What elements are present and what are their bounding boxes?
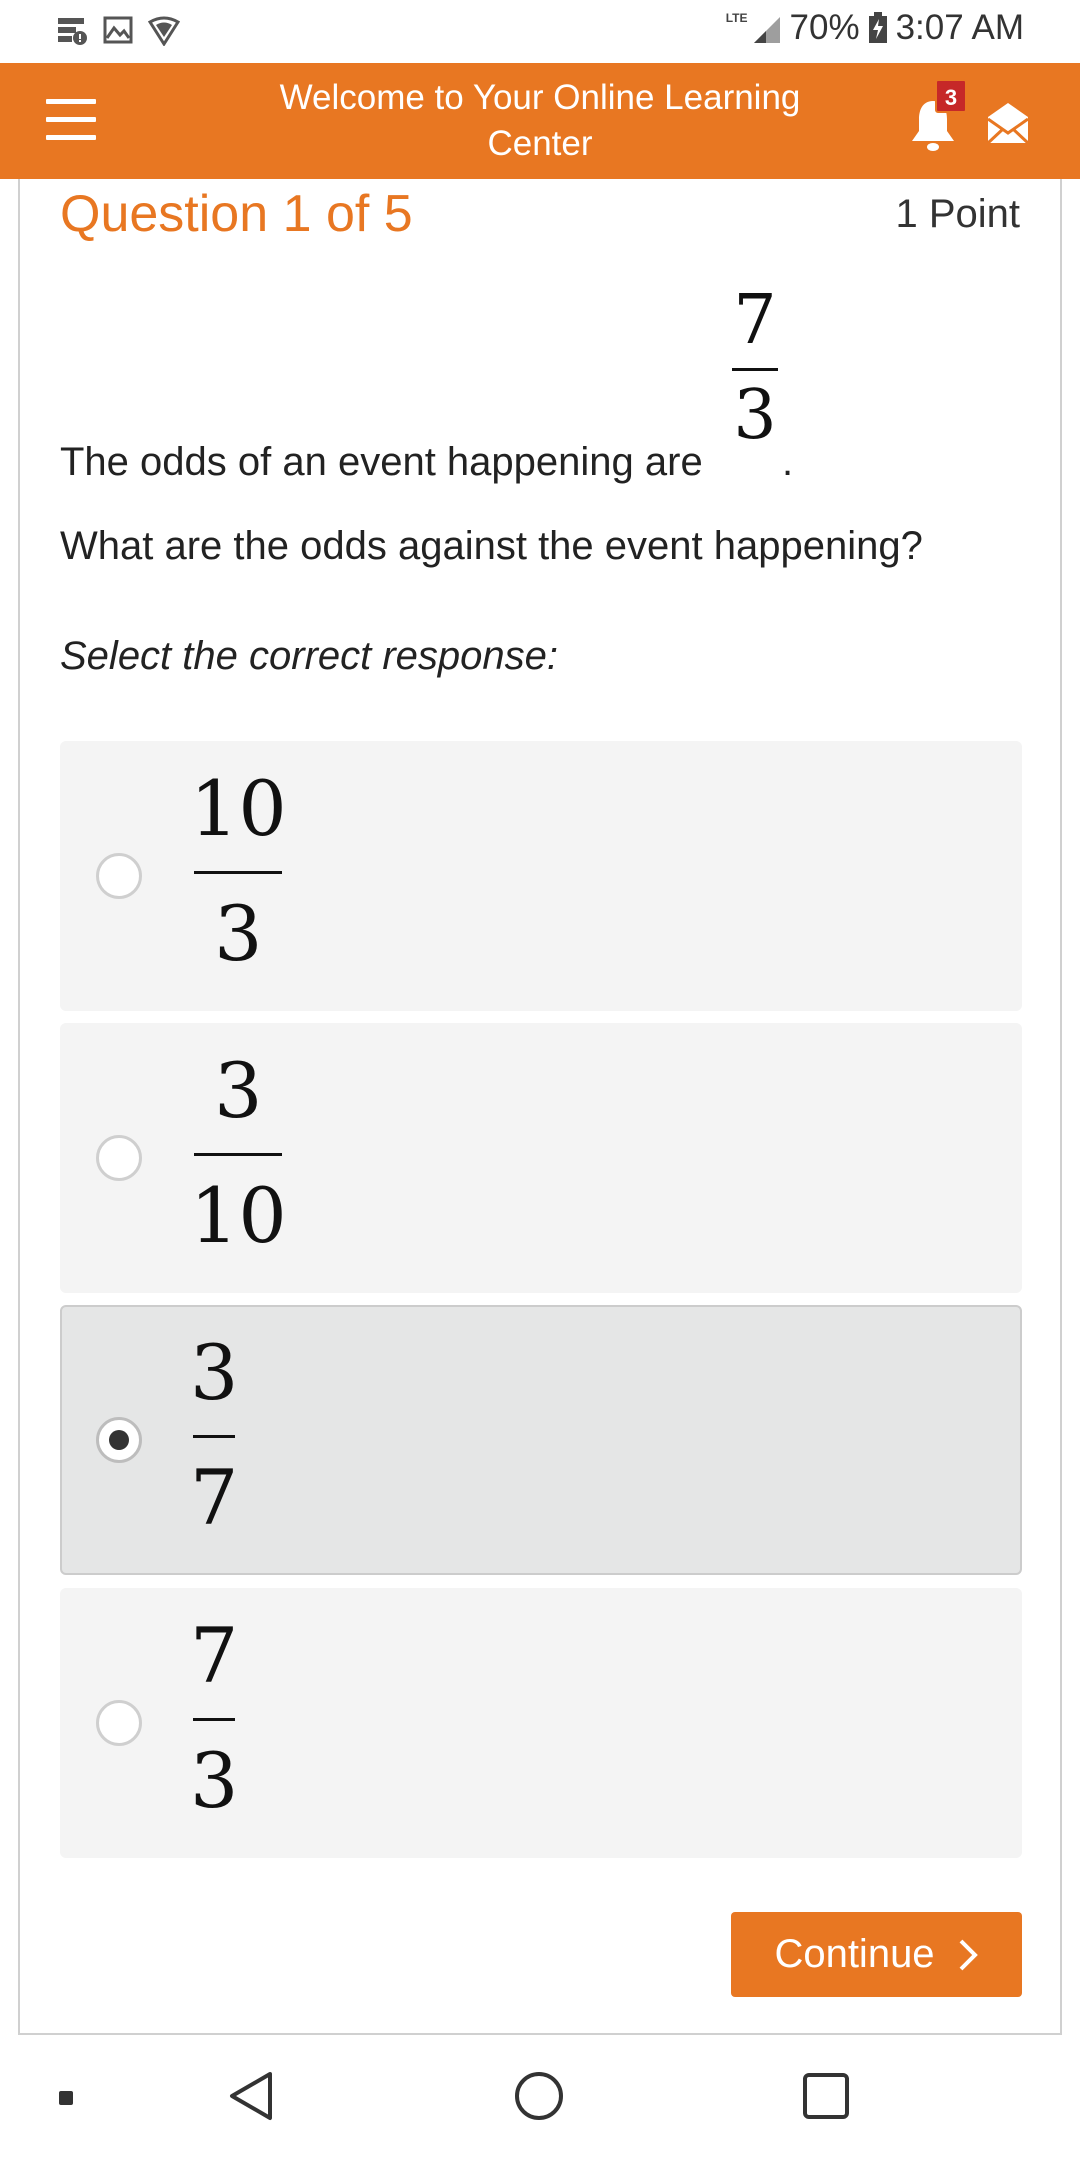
question-prompt: What are the odds against the event happ… — [60, 524, 923, 568]
continue-label: Continue — [774, 1932, 935, 1976]
answer-option-4[interactable]: 7 3 — [60, 1588, 1022, 1858]
sim-card-icon — [58, 18, 87, 45]
radio-button[interactable] — [96, 1135, 142, 1181]
answer-option-2[interactable]: 3 10 — [60, 1023, 1022, 1293]
stem-numerator: 7 — [733, 281, 777, 360]
fraction-bar — [193, 1435, 236, 1438]
question-stem: The odds of an event happening are — [60, 440, 703, 484]
option-denominator: 7 — [190, 1453, 239, 1542]
stem-period: . — [782, 440, 794, 484]
home-icon[interactable] — [513, 2070, 565, 2127]
answer-option-3[interactable]: 3 7 — [60, 1305, 1022, 1575]
fraction-bar — [732, 368, 778, 371]
fraction-bar — [194, 871, 283, 874]
option-denominator: 3 — [214, 889, 263, 978]
option-numerator: 10 — [190, 764, 287, 853]
radio-button[interactable] — [96, 1700, 142, 1746]
gallery-icon — [103, 16, 133, 44]
question-points: 1 Point — [895, 192, 1020, 236]
status-bar: LTE 70% 3:07 AM — [0, 0, 1080, 63]
status-icons-right: LTE 70% 3:07 AM — [726, 8, 1024, 48]
option-fraction: 3 10 — [190, 1041, 287, 1266]
header-title: Welcome to Your Online Learning Center — [279, 78, 801, 163]
overview-icon[interactable] — [802, 2072, 850, 2125]
mail-icon[interactable] — [984, 99, 1032, 147]
network-type: LTE — [725, 11, 748, 25]
shield-icon — [148, 16, 180, 46]
fraction-bar — [194, 1153, 283, 1156]
option-fraction: 3 7 — [190, 1323, 238, 1548]
instruction-text: Select the correct response: — [60, 634, 559, 678]
battery-charging-icon — [868, 12, 887, 43]
menu-icon[interactable] — [46, 99, 96, 143]
back-icon[interactable] — [228, 2070, 274, 2127]
radio-button-selected[interactable] — [96, 1417, 142, 1463]
stem-denominator: 3 — [733, 376, 777, 455]
clock: 3:07 AM — [895, 8, 1024, 47]
option-denominator: 3 — [190, 1736, 239, 1825]
answer-option-1[interactable]: 10 3 — [60, 741, 1022, 1011]
stem-fraction: 7 3 — [732, 282, 778, 455]
system-nav-bar — [0, 2036, 1080, 2160]
option-numerator: 3 — [214, 1046, 263, 1135]
radio-button[interactable] — [96, 853, 142, 899]
chevron-right-icon — [959, 1939, 978, 1970]
question-title: Question 1 of 5 — [60, 185, 413, 243]
option-fraction: 7 3 — [190, 1606, 238, 1831]
notification-badge[interactable]: 3 — [935, 79, 967, 113]
continue-button[interactable]: Continue — [731, 1912, 1022, 1997]
app-header: Welcome to Your Online Learning Center 3 — [0, 63, 1080, 179]
option-fraction: 10 3 — [190, 759, 287, 984]
signal-icon: LTE — [726, 11, 782, 45]
battery-percent: 70% — [789, 8, 860, 47]
recents-dot-icon[interactable] — [58, 2090, 74, 2111]
option-denominator: 10 — [190, 1171, 287, 1260]
option-numerator: 3 — [190, 1328, 239, 1417]
fraction-bar — [193, 1718, 236, 1721]
status-icons-left — [56, 14, 180, 46]
option-numerator: 7 — [190, 1611, 239, 1700]
